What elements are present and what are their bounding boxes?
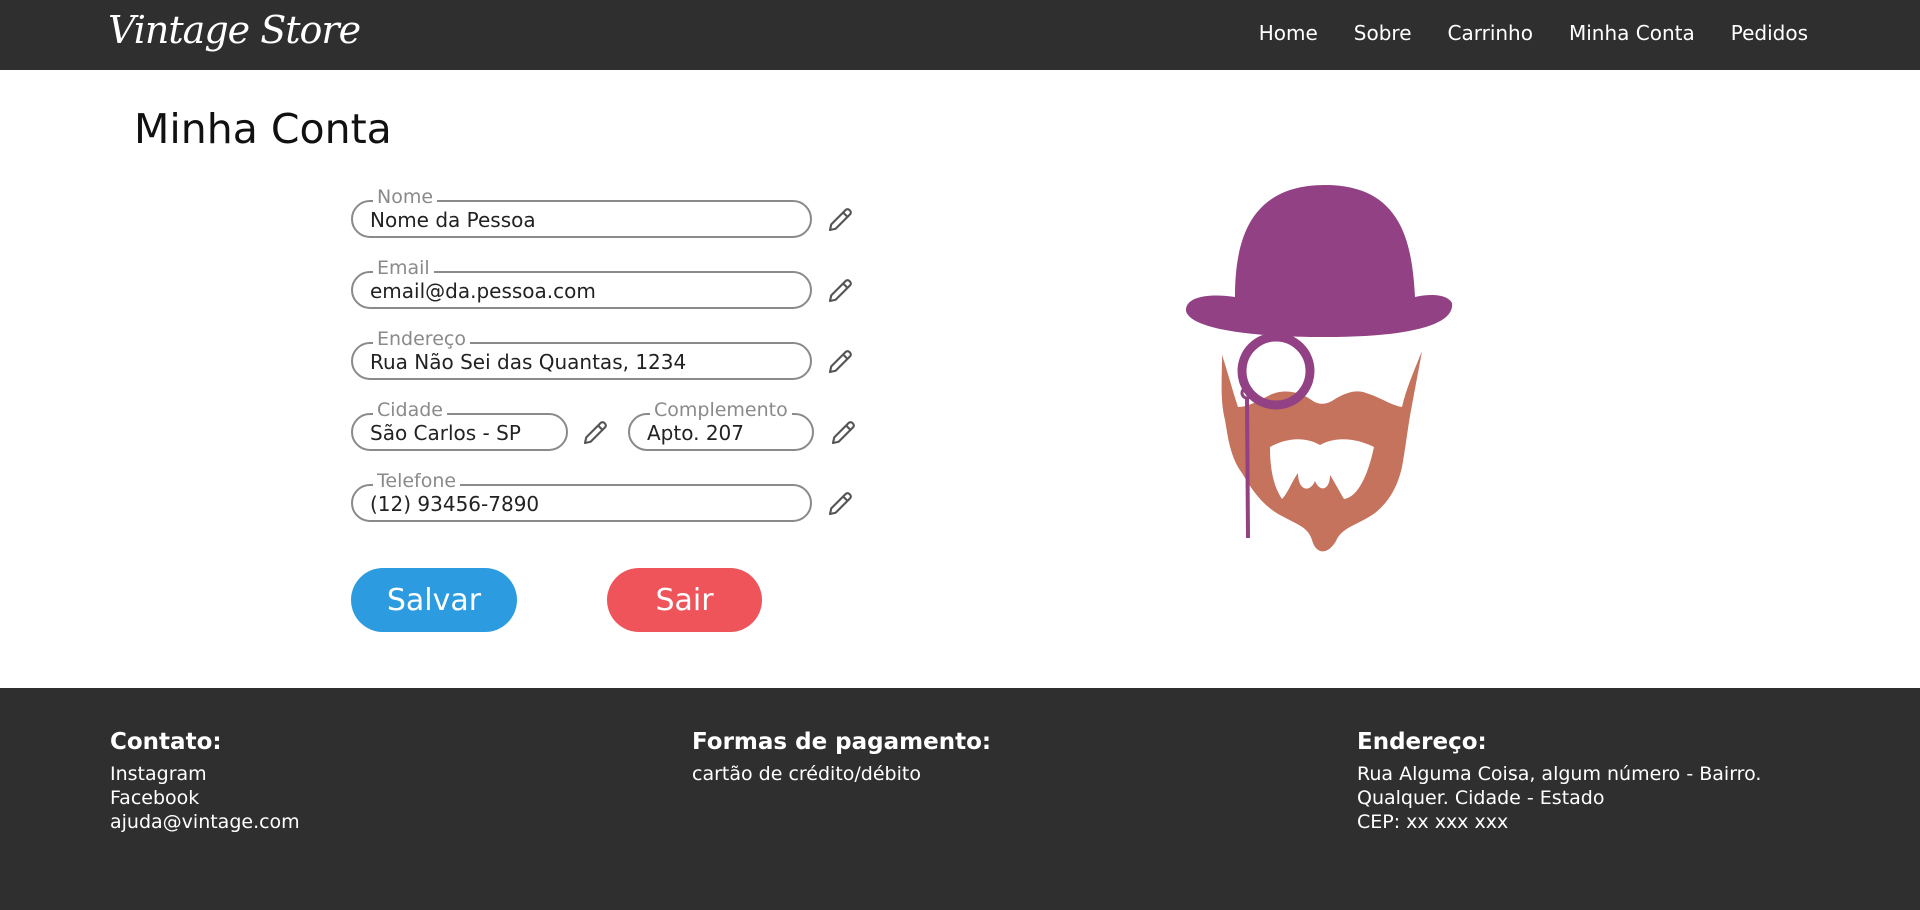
nome-label: Nome	[373, 186, 438, 208]
email-value[interactable]: email@da.pessoa.com	[370, 279, 596, 303]
brand-logo[interactable]: Vintage Store	[108, 8, 361, 52]
save-button[interactable]: Salvar	[351, 568, 517, 632]
telefone-field[interactable]: Telefone (12) 93456-7890	[351, 470, 812, 522]
footer-address-heading: Endereço:	[1357, 729, 1487, 755]
logout-button[interactable]: Sair	[607, 568, 762, 632]
footer-instagram-link[interactable]: Instagram	[110, 762, 300, 786]
footer-email-link[interactable]: ajuda@vintage.com	[110, 810, 300, 834]
footer-address-column: Endereço: Rua Alguma Coisa, algum número…	[1357, 729, 1761, 834]
footer-contact-column: Contato: Instagram Facebook ajuda@vintag…	[110, 729, 300, 834]
nav-sobre-link[interactable]: Sobre	[1354, 21, 1412, 45]
footer-payment-column: Formas de pagamento: cartão de crédito/d…	[692, 729, 991, 786]
nav-pedidos-link[interactable]: Pedidos	[1731, 21, 1808, 45]
footer-contact-heading: Contato:	[110, 729, 222, 755]
bowler-hat-icon	[1185, 185, 1453, 337]
gentleman-avatar-illustration	[1185, 185, 1453, 552]
endereco-field[interactable]: Endereço Rua Não Sei das Quantas, 1234	[351, 328, 812, 380]
edit-nome-pencil-icon[interactable]	[825, 205, 855, 235]
email-field[interactable]: Email email@da.pessoa.com	[351, 257, 812, 309]
nav-links: Home Sobre Carrinho Minha Conta Pedidos	[1223, 21, 1808, 45]
top-navbar: Vintage Store Home Sobre Carrinho Minha …	[0, 0, 1920, 70]
nav-home-link[interactable]: Home	[1259, 21, 1318, 45]
endereco-value[interactable]: Rua Não Sei das Quantas, 1234	[370, 350, 686, 374]
cidade-label: Cidade	[373, 399, 447, 421]
telefone-label: Telefone	[373, 470, 461, 492]
footer-address-line: Qualquer. Cidade - Estado	[1357, 787, 1605, 809]
edit-telefone-pencil-icon[interactable]	[825, 489, 855, 519]
page-title: Minha Conta	[134, 105, 392, 153]
nav-minha-conta-link[interactable]: Minha Conta	[1569, 21, 1695, 45]
cidade-field[interactable]: Cidade São Carlos - SP	[351, 399, 568, 451]
complemento-value[interactable]: Apto. 207	[647, 421, 744, 445]
footer-payment-line: cartão de crédito/débito	[692, 763, 921, 785]
complemento-label: Complemento	[650, 399, 792, 421]
cidade-value[interactable]: São Carlos - SP	[370, 421, 521, 445]
beard-icon	[1221, 351, 1422, 552]
endereco-label: Endereço	[373, 328, 470, 350]
nome-value[interactable]: Nome da Pessoa	[370, 208, 536, 232]
site-footer: Contato: Instagram Facebook ajuda@vintag…	[0, 688, 1920, 910]
complemento-field[interactable]: Complemento Apto. 207	[628, 399, 814, 451]
footer-address-line: Rua Alguma Coisa, algum número - Bairro.	[1357, 763, 1762, 785]
footer-payment-heading: Formas de pagamento:	[692, 729, 992, 755]
edit-cidade-pencil-icon[interactable]	[580, 418, 610, 448]
telefone-value[interactable]: (12) 93456-7890	[370, 492, 539, 516]
edit-complemento-pencil-icon[interactable]	[828, 418, 858, 448]
footer-facebook-link[interactable]: Facebook	[110, 786, 300, 810]
nav-carrinho-link[interactable]: Carrinho	[1448, 21, 1533, 45]
email-label: Email	[373, 257, 434, 279]
edit-endereco-pencil-icon[interactable]	[825, 347, 855, 377]
nome-field[interactable]: Nome Nome da Pessoa	[351, 186, 812, 238]
footer-address-line: CEP: xx xxx xxx	[1357, 811, 1509, 833]
edit-email-pencil-icon[interactable]	[825, 276, 855, 306]
